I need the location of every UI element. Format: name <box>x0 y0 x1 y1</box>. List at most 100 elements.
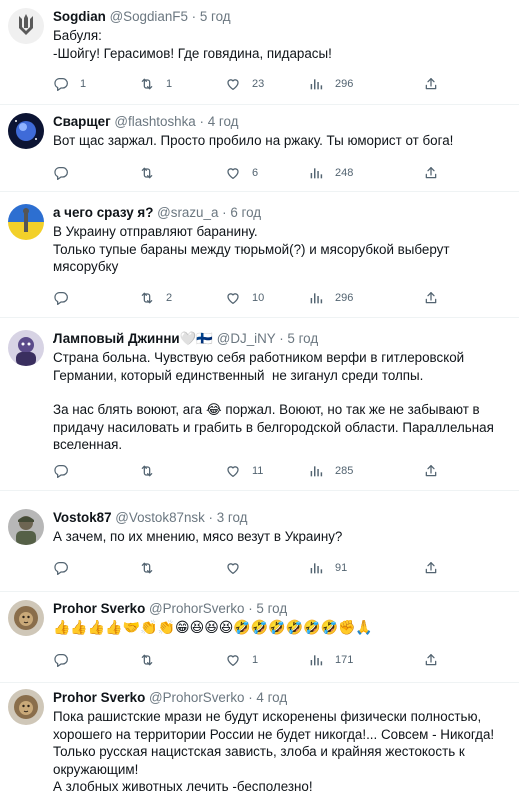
tweet-feed: Sogdian @SogdianF5 · 5 год Бабуля: -Шойгу!… <box>0 0 519 803</box>
likes-count: 23 <box>252 78 265 90</box>
share-icon <box>423 76 439 92</box>
avatar[interactable] <box>8 113 44 149</box>
tweet[interactable]: Ламповый Джинни🤍🇫🇮 @DJ_iNY · 5 год Страна… <box>0 318 519 491</box>
retweet-button[interactable] <box>139 650 166 670</box>
user-handle[interactable]: @ProhorSverko <box>149 601 244 616</box>
tweet-content: Сварщег @flashtoshka · 4 год Вот щас зарж… <box>53 113 509 180</box>
retweet-button[interactable] <box>139 461 166 481</box>
timestamp[interactable]: 4 год <box>256 690 287 705</box>
timestamp[interactable]: 5 год <box>200 9 231 24</box>
user-handle[interactable]: @srazu_a <box>157 205 218 220</box>
user-handle[interactable]: @Vostok87nsk <box>115 510 205 525</box>
avatar[interactable] <box>8 330 44 366</box>
like-button[interactable]: 6 <box>225 163 258 183</box>
tweet-content: Vostok87 @Vostok87nsk · 3 год А зачем, по… <box>53 509 509 575</box>
display-name[interactable]: Сварщег <box>53 114 111 129</box>
tweet-actions: 1 1 23 296 <box>53 74 493 94</box>
views-button[interactable]: 296 <box>308 288 353 308</box>
heart-icon <box>225 165 241 181</box>
tweet[interactable]: а чего сразу я? @srazu_a · 6 год В Украин… <box>0 192 519 318</box>
reply-button[interactable]: 1 <box>53 74 86 94</box>
reply-button[interactable] <box>53 558 80 578</box>
bar-chart-icon <box>308 463 324 479</box>
timestamp[interactable]: 4 год <box>208 114 239 129</box>
like-button[interactable]: 10 <box>225 288 264 308</box>
tweet-text-line: -Шойгу! Герасимов! Где говядина, пидарас… <box>53 45 332 61</box>
tweet[interactable]: Prohor Sverko @ProhorSverko · 4 год Пока … <box>0 683 519 803</box>
dot-separator: · <box>279 331 284 346</box>
reply-button[interactable] <box>53 288 80 308</box>
tweet-text-line: 👍👍👍👍🤝👏👏😁😆😆😆🤣🤣🤣🤣🤣🤣✊🙏 <box>53 619 373 635</box>
tweet-text-line: Пока рашистские мрази не будут искоренен… <box>53 709 482 724</box>
timestamp[interactable]: 5 год <box>256 601 287 616</box>
tweet[interactable]: Prohor Sverko @ProhorSverko · 5 год 👍👍👍👍🤝… <box>0 592 519 683</box>
reply-icon <box>53 463 69 479</box>
retweet-button[interactable] <box>139 163 166 183</box>
retweet-button[interactable]: 1 <box>139 74 172 94</box>
tweet-actions: 1 171 <box>53 650 493 670</box>
retweet-button[interactable] <box>139 558 166 578</box>
display-name[interactable]: Sogdian <box>53 9 106 24</box>
likes-count: 11 <box>252 465 264 477</box>
tweet-text: В Украину отправляют баранину. Только туп… <box>53 223 509 276</box>
tweet[interactable]: Sogdian @SogdianF5 · 5 год Бабуля: -Шойгу!… <box>0 0 519 105</box>
display-name[interactable]: Prohor Sverko <box>53 690 145 705</box>
share-button[interactable] <box>423 461 439 481</box>
user-handle[interactable]: @ProhorSverko <box>149 690 244 705</box>
tweet-text: Страна больна. Чувствую себя работником … <box>53 349 509 454</box>
timestamp[interactable]: 6 год <box>230 205 261 220</box>
reply-icon <box>53 76 69 92</box>
views-button[interactable]: 171 <box>308 650 353 670</box>
reply-button[interactable] <box>53 163 80 183</box>
reply-button[interactable] <box>53 461 80 481</box>
views-count: 171 <box>335 654 354 666</box>
like-button[interactable] <box>225 558 252 578</box>
views-button[interactable]: 91 <box>308 558 347 578</box>
timestamp[interactable]: 5 год <box>287 331 318 346</box>
tweet-content: а чего сразу я? @srazu_a · 6 год В Украин… <box>53 204 509 305</box>
tweet-header: Сварщег @flashtoshka · 4 год <box>53 113 509 130</box>
reply-button[interactable] <box>53 650 80 670</box>
share-button[interactable] <box>423 650 439 670</box>
heart-icon <box>225 652 241 668</box>
tweet[interactable]: Vostok87 @Vostok87nsk · 3 год А зачем, по… <box>0 491 519 592</box>
share-button[interactable] <box>423 74 439 94</box>
like-button[interactable]: 1 <box>225 650 258 670</box>
views-button[interactable]: 285 <box>308 461 353 481</box>
avatar[interactable] <box>8 509 44 545</box>
user-handle[interactable]: @SogdianF5 <box>110 9 188 24</box>
display-name[interactable]: Vostok87 <box>53 510 112 525</box>
share-button[interactable] <box>423 558 439 578</box>
display-name[interactable]: Prohor Sverko <box>53 601 145 616</box>
tweet-content: Prohor Sverko @ProhorSverko · 5 год 👍👍👍👍🤝… <box>53 600 509 667</box>
tweet-actions: 2 10 296 <box>53 288 493 308</box>
share-button[interactable] <box>423 288 439 308</box>
share-button[interactable] <box>423 163 439 183</box>
views-button[interactable]: 296 <box>308 74 353 94</box>
tweet-text-line: придачу насиловать и грабить в белгородс… <box>53 419 494 435</box>
avatar[interactable] <box>8 689 44 725</box>
avatar[interactable] <box>8 204 44 240</box>
display-name[interactable]: Ламповый Джинни🤍🇫🇮 <box>53 331 213 346</box>
tweet-actions: 6 248 <box>53 163 493 183</box>
retweets-count: 2 <box>166 292 173 304</box>
like-button[interactable]: 23 <box>225 74 264 94</box>
retweet-icon <box>139 560 155 576</box>
views-button[interactable]: 248 <box>308 163 353 183</box>
avatar[interactable] <box>8 8 44 44</box>
tweet-text-line: окружающим! <box>53 761 139 777</box>
user-handle[interactable]: @DJ_iNY <box>217 331 276 346</box>
tweet-text: А зачем, по их мнению, мясо везут в Укра… <box>53 528 509 546</box>
tweet[interactable]: Сварщег @flashtoshka · 4 год Вот щас зарж… <box>0 105 519 192</box>
retweet-button[interactable]: 2 <box>139 288 172 308</box>
avatar[interactable] <box>8 600 44 636</box>
dot-separator: · <box>248 690 253 705</box>
user-handle[interactable]: @flashtoshka <box>114 114 195 129</box>
timestamp[interactable]: 3 год <box>217 510 248 525</box>
like-button[interactable]: 11 <box>225 461 263 481</box>
tweet-text-line: мясорубку <box>53 259 119 275</box>
tweet-text-line: А злобных животных лечить -бесполезно! <box>53 779 313 795</box>
tweet-text: 👍👍👍👍🤝👏👏😁😆😆😆🤣🤣🤣🤣🤣🤣✊🙏 <box>53 619 509 637</box>
display-name[interactable]: а чего сразу я? <box>53 205 153 220</box>
